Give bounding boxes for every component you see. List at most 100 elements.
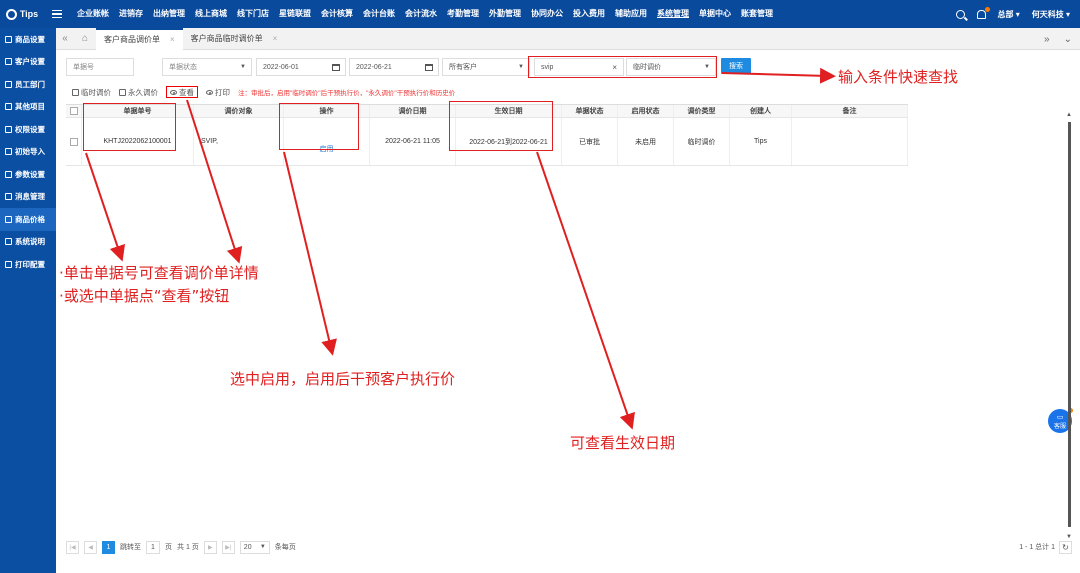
top-menu-item[interactable]: 单据中心 [694, 0, 736, 28]
row-checkbox[interactable] [69, 137, 78, 146]
chevron-down-icon[interactable]: ⌄ [1064, 34, 1072, 45]
col-header[interactable]: 调价类型 [674, 105, 730, 117]
home-icon[interactable]: ⌂ [74, 33, 96, 44]
col-header[interactable]: 操作 [284, 105, 370, 117]
top-menu-item[interactable]: 考勤管理 [442, 0, 484, 28]
tab-bar: « ⌂ 客户商品调价单 × 客户商品临时调价单 × » ⌄ [56, 27, 1080, 50]
sidebar-item-label: 初始导入 [15, 147, 45, 157]
top-menu-item[interactable]: 线下门店 [232, 0, 274, 28]
col-header[interactable]: 启用状态 [618, 105, 674, 117]
sidebar-item[interactable]: 员工部门 [0, 73, 56, 96]
top-menu-item[interactable]: 出纳管理 [148, 0, 190, 28]
sidebar-item[interactable]: 打印配置 [0, 253, 56, 276]
company-menu[interactable]: 何天科技 ▾ [1032, 9, 1070, 20]
search-icon[interactable] [955, 9, 965, 19]
doc-no-input[interactable]: 单据号 [66, 58, 134, 76]
tab-list: 客户商品调价单 × 客户商品临时调价单 × [96, 27, 286, 50]
top-menu-item[interactable]: 进销存 [114, 0, 148, 28]
customer-select[interactable]: 所有客户 ▼ [442, 58, 530, 76]
top-menu-item[interactable]: 会计核算 [316, 0, 358, 28]
app-logo-text: Tips [19, 9, 39, 19]
caret-down-icon: ▼ [240, 64, 246, 70]
next-page-button[interactable]: ▶ [203, 540, 217, 554]
col-header[interactable]: 单据单号 [82, 105, 194, 117]
tab[interactable]: 客户商品调价单 × [96, 27, 183, 50]
top-menu-item[interactable]: 系统管理 [652, 0, 694, 28]
table-row[interactable]: KHTJ2022062100001 ,SVIP, 启用 2022-06-21 1… [66, 118, 908, 166]
arrow-effective [536, 151, 635, 430]
tabs-prev-icon[interactable]: « [56, 33, 74, 44]
top-menu-item[interactable]: 辅助应用 [610, 0, 652, 28]
col-header[interactable]: 调价日期 [370, 105, 456, 117]
caret-down-icon: ▼ [259, 544, 266, 550]
top-menu-item[interactable]: 会计台账 [358, 0, 400, 28]
print-button[interactable]: 打印 [206, 87, 230, 98]
scroll-track[interactable] [1068, 122, 1071, 527]
top-menu-item[interactable]: 会计流水 [400, 0, 442, 28]
close-icon[interactable]: × [170, 35, 175, 44]
tabs-next-icon[interactable]: » [1044, 34, 1050, 45]
sidebar-item[interactable]: 消息管理 [0, 186, 56, 209]
hamburger-icon[interactable] [52, 9, 66, 19]
goto-label: 跳转至 [120, 544, 141, 551]
sidebar-item[interactable]: 其他项目 [0, 96, 56, 119]
top-menu-item[interactable]: 账套管理 [736, 0, 778, 28]
price-table: 单据单号 调价对象 操作 调价日期 生效日期 单据状态 启用状态 调价类型 创建… [66, 104, 908, 166]
tab[interactable]: 客户商品临时调价单 × [183, 28, 286, 50]
goto-page-input[interactable]: 1 [146, 540, 160, 554]
sidebar-item[interactable]: 权限设置 [0, 118, 56, 141]
creator-cell: Tips [730, 118, 792, 165]
date-from-input[interactable]: 2022-06-01 [256, 58, 346, 76]
col-header[interactable]: 备注 [792, 105, 908, 117]
first-page-button[interactable]: |◀ [66, 540, 79, 554]
last-page-button[interactable]: ▶| [221, 540, 235, 554]
menu-icon [5, 170, 12, 178]
prev-page-button[interactable]: ◀ [84, 540, 97, 554]
top-menu-item[interactable]: 协同办公 [526, 0, 568, 28]
col-header[interactable]: 创建人 [730, 105, 792, 117]
doc-status-select[interactable]: 单据状态 ▼ [162, 58, 252, 76]
top-menu-item[interactable]: 外勤管理 [484, 0, 526, 28]
clear-icon[interactable]: × [612, 63, 617, 72]
sidebar-item[interactable]: 商品价格 [0, 208, 56, 231]
scroll-up-icon[interactable]: ▲ [1066, 112, 1072, 118]
remark-cell [792, 118, 908, 165]
current-page-button[interactable]: 1 [102, 540, 115, 554]
top-menu-item[interactable]: 星链联盟 [274, 0, 316, 28]
perm-price-button[interactable]: 永久调价 [119, 87, 158, 98]
doc-no-cell[interactable]: KHTJ2022062100001 [82, 118, 194, 165]
col-header[interactable]: 调价对象 [194, 105, 284, 117]
temp-price-button[interactable]: 临时调价 [72, 87, 111, 98]
top-menu-item[interactable]: 企业账帐 [72, 0, 114, 28]
refresh-icon[interactable]: ↻ [1059, 540, 1072, 554]
top-menu-item[interactable]: 线上商城 [190, 0, 232, 28]
sidebar-item[interactable]: 参数设置 [0, 163, 56, 186]
sidebar-item[interactable]: 初始导入 [0, 141, 56, 164]
menu-icon [5, 80, 12, 88]
notification-dot [984, 6, 990, 12]
sidebar-item[interactable]: 系统说明 [0, 231, 56, 254]
bell-icon[interactable] [976, 6, 990, 19]
price-type-select[interactable]: 临时调价 ▼ [626, 58, 716, 76]
date-to-input[interactable]: 2022-06-21 [349, 58, 439, 76]
search-button[interactable]: 搜索 [721, 58, 751, 74]
calendar-icon[interactable] [425, 63, 433, 71]
keyword-input[interactable]: svip × [534, 58, 624, 76]
col-header[interactable]: 单据状态 [562, 105, 618, 117]
top-menu-item[interactable]: 投入费用 [568, 0, 610, 28]
per-page-label: 条每页 [274, 544, 296, 551]
sidebar-item[interactable]: 客户设置 [0, 51, 56, 74]
select-all-checkbox[interactable] [69, 107, 78, 115]
chat-icon: ▭ [1056, 413, 1064, 421]
view-button[interactable]: 查看 [166, 86, 198, 98]
calendar-icon[interactable] [332, 63, 340, 71]
vertical-scrollbar[interactable]: ▲ ▼ [1066, 112, 1072, 540]
effective-date-cell: 2022-06-21到2022-06-21 [456, 118, 562, 165]
page-size-select[interactable]: 20 ▼ [239, 540, 270, 554]
app-logo[interactable]: Tips [0, 8, 44, 20]
close-icon[interactable]: × [273, 34, 278, 43]
enable-link[interactable]: 启用 [320, 144, 334, 154]
sidebar-item[interactable]: 商品设置 [0, 28, 56, 51]
user-menu[interactable]: 总部 ▾ [998, 9, 1020, 20]
col-header[interactable]: 生效日期 [456, 105, 562, 117]
